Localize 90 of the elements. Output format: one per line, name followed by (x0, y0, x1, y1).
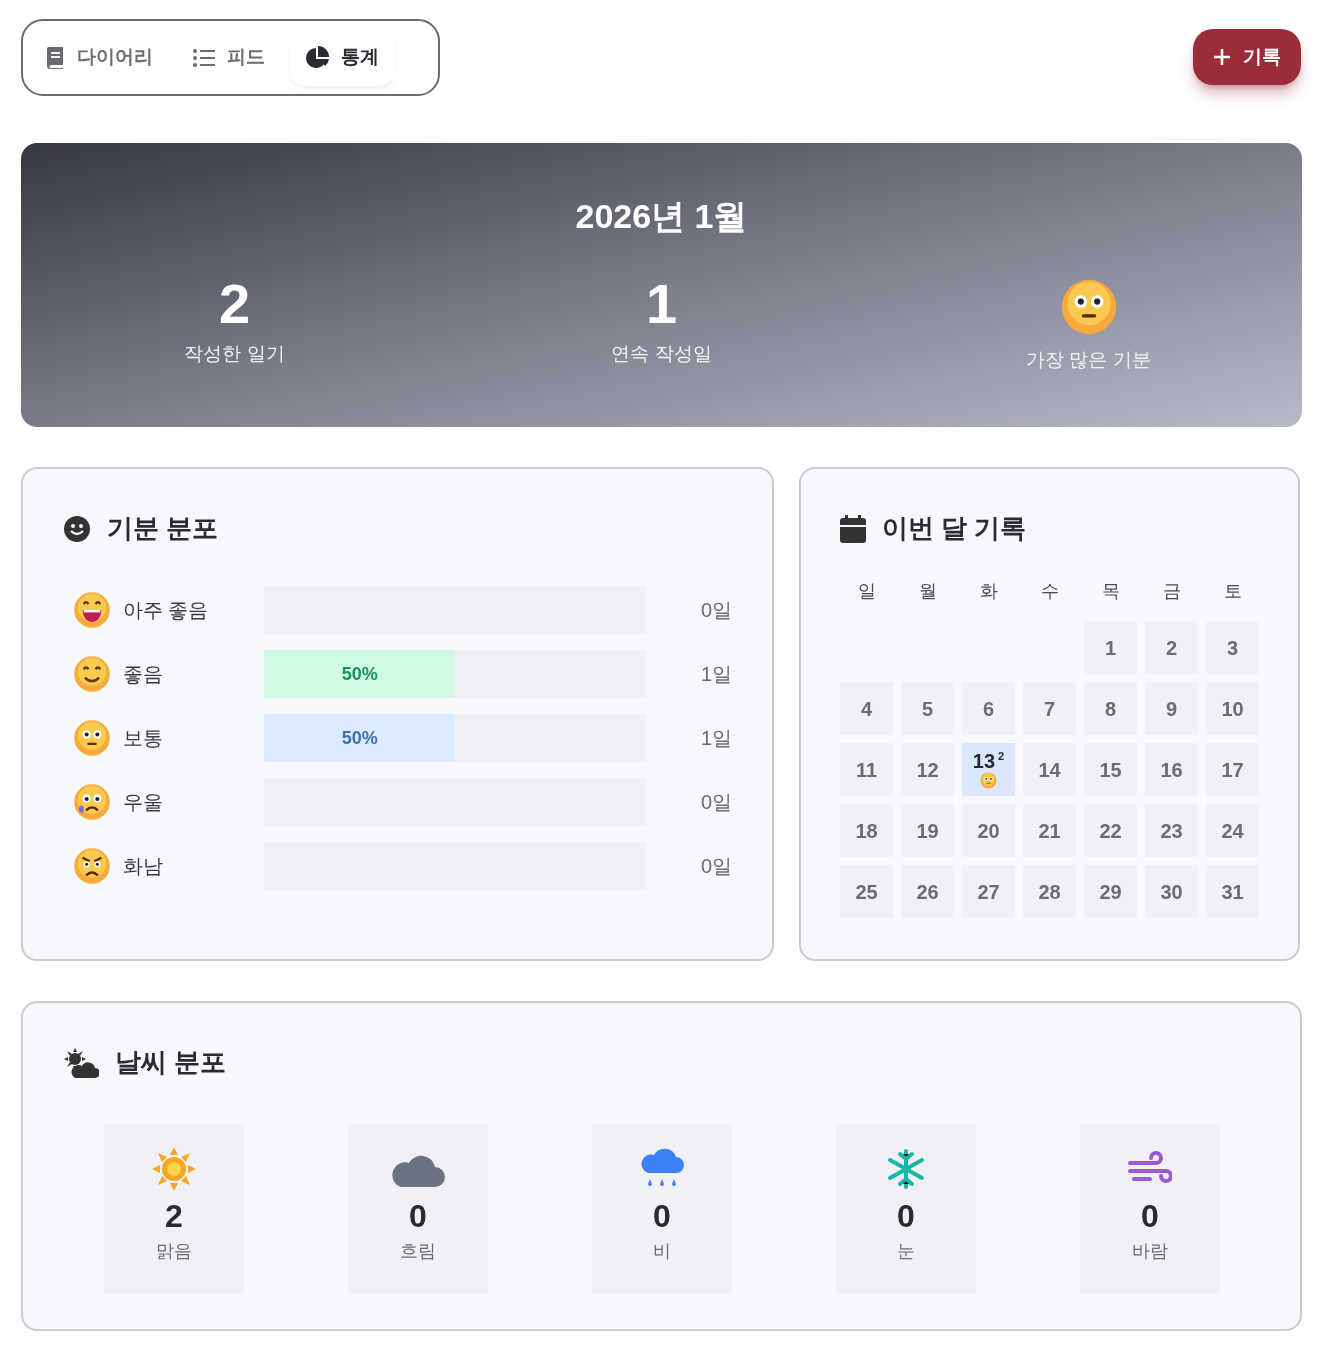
day-number: 6 (982, 697, 995, 720)
weather-label: 비 (653, 1240, 671, 1263)
weather-count: 0 (897, 1197, 915, 1236)
weather-count: 0 (653, 1197, 671, 1236)
day-count: 0일 (699, 854, 732, 879)
day-number: 1 (1104, 636, 1117, 659)
list-icon (193, 48, 215, 67)
plus-icon (1213, 48, 1231, 66)
day-number: 11 (855, 758, 878, 781)
day-number: 10 (1221, 697, 1244, 720)
day-number: 21 (1038, 819, 1061, 842)
weather-label: 바람 (1132, 1240, 1168, 1263)
section-title: 날씨 분포 (115, 1046, 227, 1079)
stat-label: 연속 작성일 (611, 342, 712, 366)
section-title: 기분 분포 (107, 512, 219, 545)
section-title: 이번 달 기록 (882, 512, 1027, 545)
day-number: 4 (860, 697, 873, 720)
entry-count: 2 (998, 750, 1005, 762)
day-count: 1일 (699, 662, 732, 687)
day-number: 28 (1038, 880, 1061, 903)
nav-tab[interactable]: 피드 (177, 29, 281, 86)
mood-label: 보통 (122, 726, 164, 751)
nav-tab[interactable]: 통계 (289, 29, 395, 86)
stat-label: 작성한 일기 (184, 342, 285, 366)
stat-label: 가장 많은 기분 (1026, 348, 1151, 372)
face-emoji-icon (73, 783, 111, 821)
day-number: 30 (1160, 880, 1183, 903)
day-number: 22 (1099, 819, 1122, 842)
mood-label: 화남 (122, 854, 164, 879)
weekday-label: 수 (1039, 580, 1060, 603)
add-record-button[interactable]: 기록 (1193, 29, 1301, 85)
face-emoji-icon (73, 719, 111, 757)
day-number: 5 (921, 697, 934, 720)
day-number: 9 (1165, 697, 1178, 720)
mood-label: 좋음 (122, 662, 164, 687)
day-number: 24 (1221, 819, 1244, 842)
weather-count: 0 (1141, 1197, 1159, 1236)
day-number: 26 (916, 880, 939, 903)
mood-label: 우울 (122, 790, 164, 815)
day-number: 23 (1160, 819, 1183, 842)
month-title: 2026년 1월 (575, 196, 748, 237)
day-number: 13 (972, 750, 996, 772)
day-number: 14 (1038, 758, 1061, 781)
stat-value: 2 (218, 272, 251, 336)
snowflake-icon (885, 1148, 927, 1190)
face-emoji-icon (1059, 278, 1118, 336)
day-number: 27 (977, 880, 1000, 903)
day-count: 0일 (699, 790, 732, 815)
day-number: 19 (916, 819, 939, 842)
smiley-icon (63, 514, 91, 543)
face-emoji-icon (73, 847, 111, 885)
day-number: 31 (1221, 880, 1244, 903)
day-number: 12 (916, 758, 939, 781)
pie-chart-icon (305, 45, 329, 70)
book-icon (47, 46, 65, 69)
face-emoji-icon (73, 655, 111, 693)
weekday-label: 화 (978, 580, 999, 603)
weather-label: 맑음 (156, 1240, 192, 1263)
weekday-label: 월 (917, 580, 938, 603)
day-number: 20 (977, 819, 1000, 842)
sun-cloud-icon (63, 1047, 99, 1078)
day-number: 8 (1104, 697, 1117, 720)
calendar-icon (840, 514, 866, 543)
day-number: 2 (1165, 636, 1178, 659)
weekday-label: 목 (1100, 580, 1121, 603)
weather-count: 0 (409, 1197, 427, 1236)
face-emoji-icon (73, 591, 111, 629)
weekday-label: 토 (1222, 580, 1243, 603)
bar-fill: 50% (264, 650, 456, 698)
day-count: 1일 (699, 726, 732, 751)
weather-label: 눈 (897, 1240, 915, 1263)
weather-count: 2 (165, 1197, 183, 1236)
stat-value: 1 (645, 272, 678, 336)
day-number: 17 (1221, 758, 1244, 781)
day-number: 16 (1160, 758, 1183, 781)
sun-icon (152, 1147, 196, 1191)
day-number: 25 (855, 880, 878, 903)
bar-fill: 50% (264, 714, 456, 762)
weather-label: 흐림 (400, 1240, 436, 1263)
nav-tab[interactable]: 다이어리 (31, 29, 169, 86)
day-number: 15 (1099, 758, 1122, 781)
day-number: 29 (1099, 880, 1122, 903)
day-number: 18 (855, 819, 878, 842)
face-emoji-icon (980, 772, 997, 789)
mood-label: 아주 좋음 (122, 598, 210, 623)
weekday-label: 일 (856, 580, 877, 603)
day-count: 0일 (699, 598, 732, 623)
day-number: 7 (1043, 697, 1056, 720)
day-number: 3 (1226, 636, 1239, 659)
weekday-label: 금 (1161, 580, 1182, 603)
